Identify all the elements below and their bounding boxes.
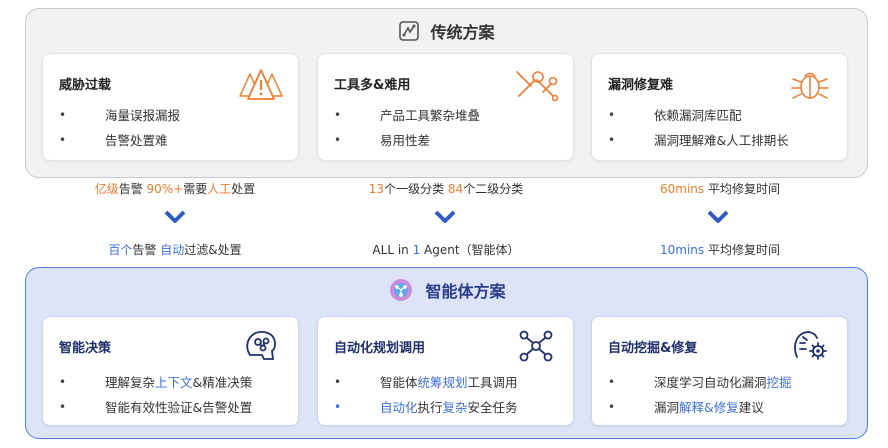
- list-item: • 漏洞 解释&修复 建议: [608, 399, 764, 416]
- list-item: • 智能有效性验证&告警处置: [59, 399, 253, 416]
- brain-head-icon: [246, 330, 276, 360]
- card-too-many-tools: 工具多&难用 • 产品工具繁杂堆叠 • 易用性差: [317, 53, 574, 161]
- before-stat-alerts: 亿级告警 90%+需要人工处置: [94, 182, 256, 196]
- network-nodes-icon: [519, 330, 553, 362]
- chevron-down-icon: [434, 210, 456, 223]
- traditional-solution-icon: [399, 21, 420, 41]
- card-title: 智能决策: [59, 341, 112, 356]
- list-item: • 海量误报漏报: [59, 107, 181, 124]
- list-item: • 依赖漏洞库匹配: [608, 107, 742, 124]
- list-item: • 漏洞理解难&人工排期长: [608, 132, 789, 149]
- traditional-panel: 传统方案 威胁过载 • 海量误报漏报 • 告警处置难 工具多&难用 • 产品工具繁杂堆: [25, 8, 868, 178]
- traditional-header: 传统方案: [26, 19, 867, 43]
- card-intelligent-decision: 智能决策 • 理解复杂 上下文 &精准决策 • 智能有效性验证&告警处置: [42, 316, 299, 426]
- ai-gear-head-icon: [794, 331, 827, 360]
- card-title: 工具多&难用: [334, 78, 411, 93]
- card-title: 自动挖掘&修复: [608, 341, 698, 356]
- list-item: • 深度学习自动化漏洞 挖掘: [608, 374, 792, 391]
- before-stat-categories: 13个一级分类 84个二级分类: [368, 182, 524, 196]
- after-stat-repair-time: 10mins 平均修复时间: [660, 243, 780, 257]
- list-item: • 易用性差: [334, 132, 431, 149]
- traditional-title: 传统方案: [430, 23, 495, 42]
- card-threat-overload: 威胁过载 • 海量误报漏报 • 告警处置难: [42, 53, 299, 161]
- tools-wrench-icon: [516, 71, 559, 102]
- card-vuln-repair-hard: 漏洞修复难 • 依赖漏洞库匹配 • 漏洞理解难&人工排期长: [591, 53, 848, 161]
- card-title: 漏洞修复难: [608, 78, 674, 93]
- chevron-down-icon: [707, 210, 729, 223]
- list-item: • 智能体 统筹规划 工具调用: [334, 374, 518, 391]
- agent-title: 智能体方案: [425, 282, 506, 301]
- card-auto-mining-repair: 自动挖掘&修复 • 深度学习自动化漏洞 挖掘 • 漏洞 解释&修复 建议: [591, 316, 848, 426]
- card-auto-planning: 自动化规划调用 • 智能体 统筹规划 工具调用 • 自动化 执行 复杂 安全任务: [317, 316, 574, 426]
- list-item: • 自动化 执行 复杂 安全任务: [334, 399, 518, 416]
- before-stat-repair-time: 60mins 平均修复时间: [660, 182, 780, 196]
- list-item: • 告警处置难: [59, 132, 168, 149]
- ai-brain-icon: [390, 279, 413, 301]
- agent-header: 智能体方案: [26, 278, 867, 302]
- chevron-down-icon: [164, 210, 186, 223]
- agent-panel: 智能体方案 智能决策 • 理解复杂 上下文 &精准决策 • 智能有效性验证&告警处置 自…: [25, 267, 868, 439]
- card-title: 威胁过载: [59, 78, 112, 93]
- after-stat-alerts: 百个告警 自动过滤&处置: [108, 243, 242, 257]
- card-title: 自动化规划调用: [334, 341, 426, 356]
- warning-triangles-icon: [239, 69, 283, 100]
- list-item: • 产品工具繁杂堆叠: [334, 107, 481, 124]
- list-item: • 理解复杂 上下文 &精准决策: [59, 374, 253, 391]
- after-stat-agent: ALL in 1 Agent（智能体）: [372, 243, 520, 257]
- bug-icon: [791, 72, 829, 99]
